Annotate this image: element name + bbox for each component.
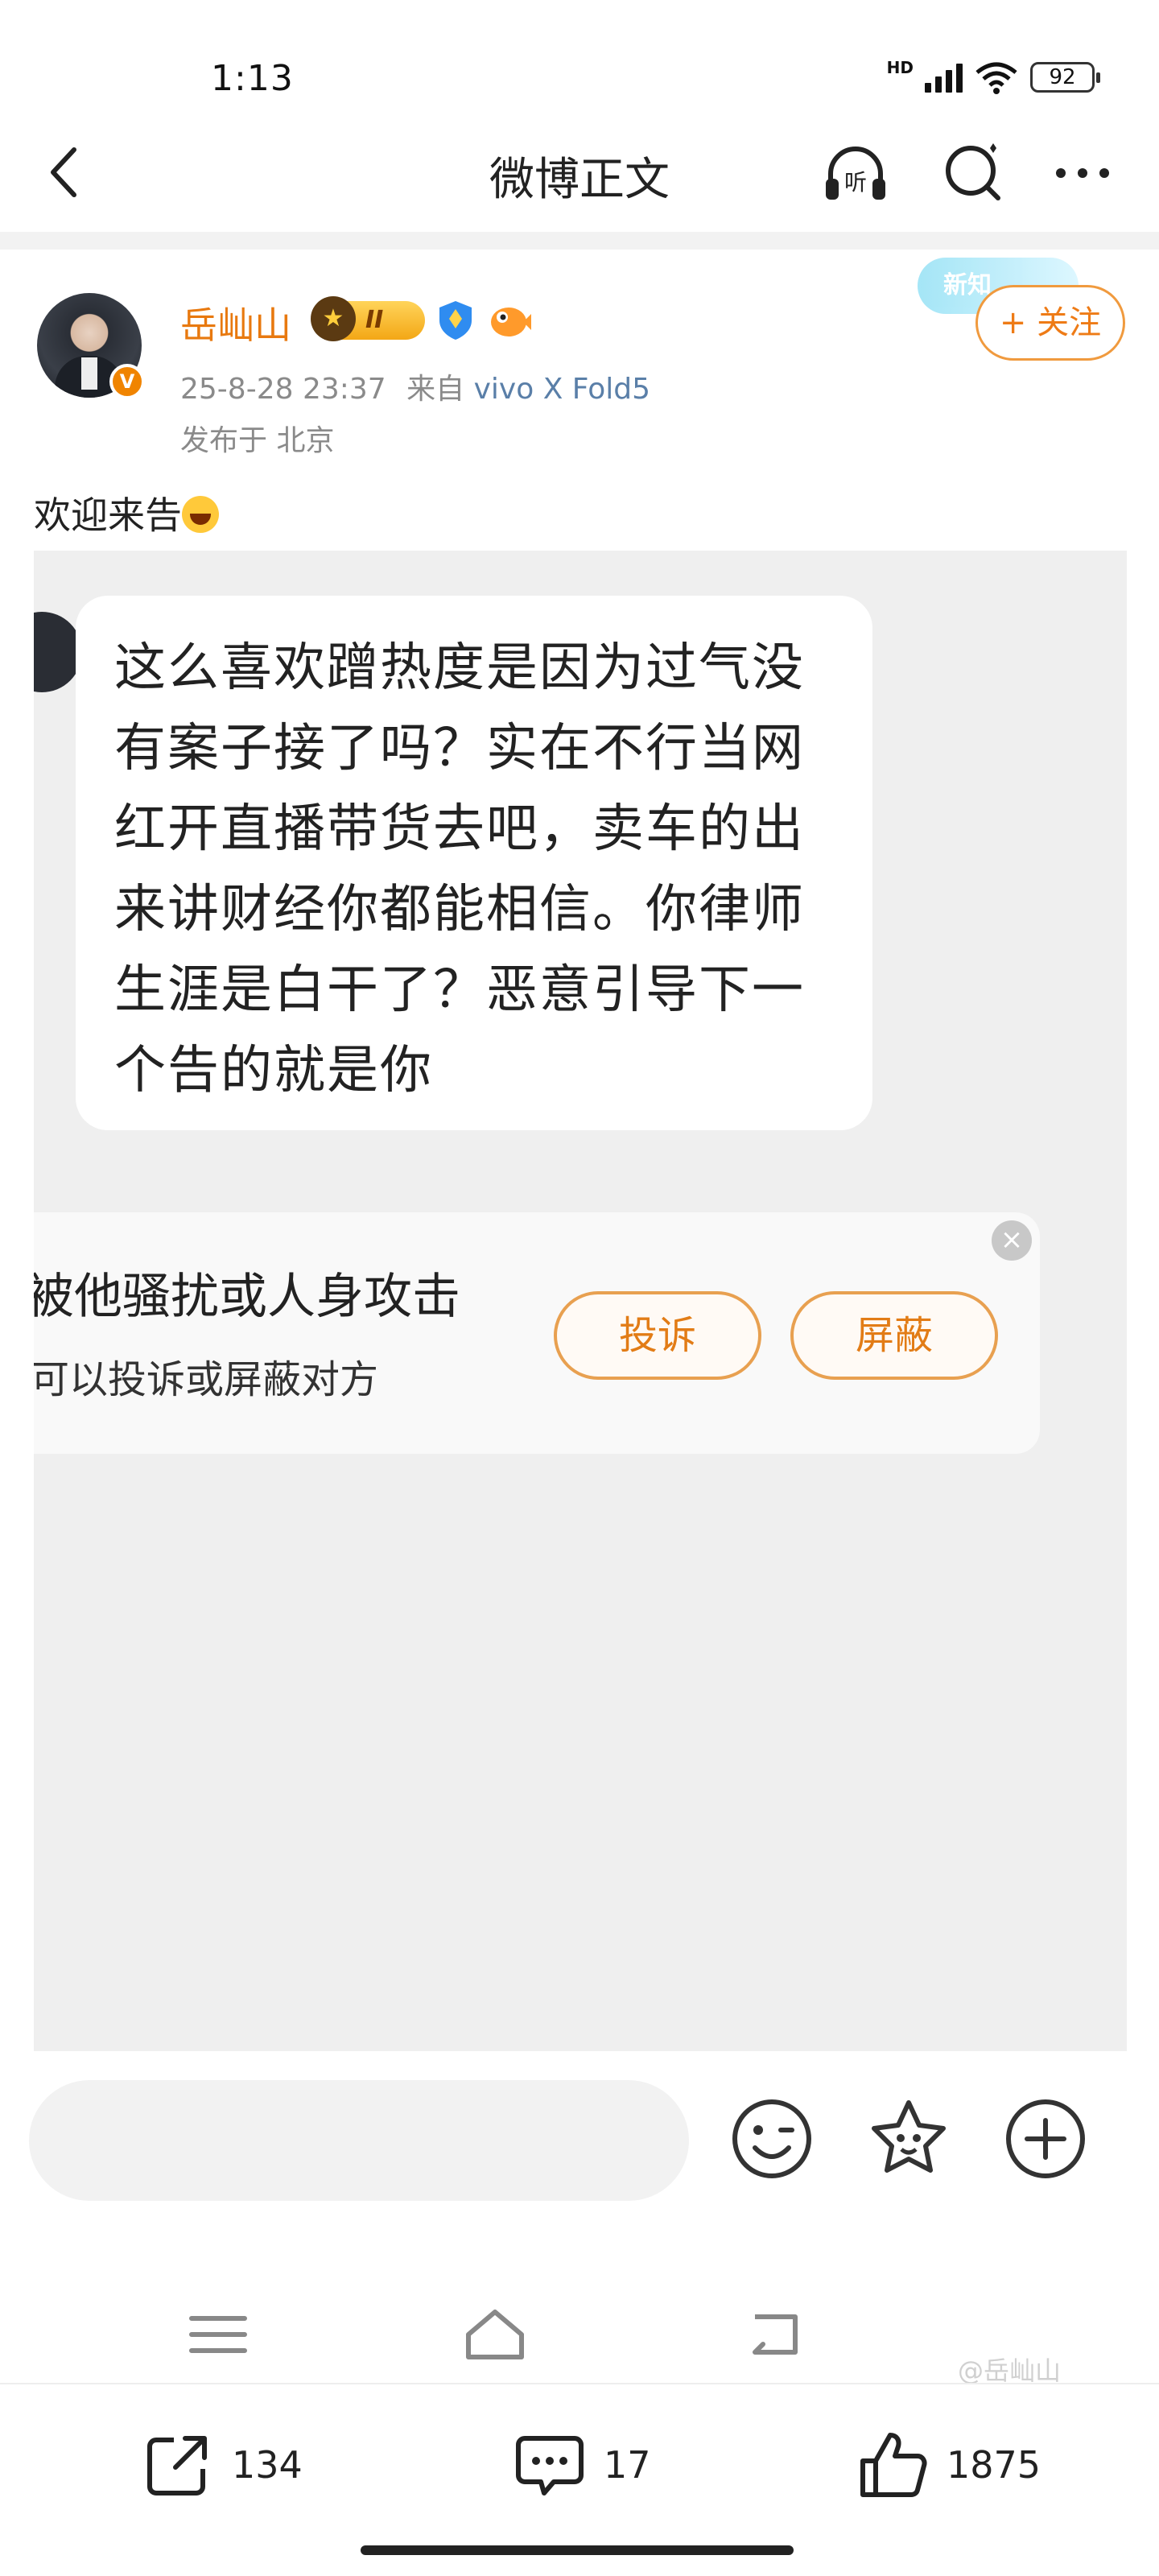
search-icon[interactable] (938, 137, 1011, 209)
repost-count: 134 (232, 2443, 303, 2487)
status-icons: HD 92 (886, 58, 1100, 95)
vip-crown-badge[interactable]: ★ II (311, 296, 425, 341)
emoji-icon[interactable] (728, 2095, 816, 2183)
fish-badge-icon[interactable] (486, 301, 531, 340)
home-icon (466, 2310, 524, 2359)
message-line: 这么喜欢蹭热度是因为过气没 (114, 638, 805, 698)
comment-input[interactable] (29, 2080, 689, 2201)
vip-level: II (365, 306, 384, 334)
network-hd-label: HD (886, 58, 914, 77)
post-location: 发布于 北京 (180, 424, 335, 457)
author-badges: ★ II (311, 296, 531, 341)
comment-icon (516, 2436, 584, 2496)
status-bar: 1:13 HD 92 (0, 0, 1159, 121)
sticker-icon[interactable] (864, 2095, 953, 2183)
tip-title: 被他骚扰或人身攻击 (34, 1269, 460, 1325)
message-line: 红开直播带货去吧，卖车的出 (114, 799, 805, 859)
close-icon: × (992, 1220, 1032, 1261)
message-line: 生涯是白干了？恶意引导下一 (114, 960, 805, 1020)
post-text: 欢迎来告 (34, 486, 219, 539)
signal-icon (925, 62, 963, 93)
harassment-tip-card: 被他骚扰或人身攻击 可以投诉或屏蔽对方 投诉 屏蔽 × (34, 1212, 1040, 1454)
repost-button[interactable]: 134 (142, 2425, 303, 2505)
message-line: 个告的就是你 (114, 1041, 433, 1100)
headphones-listen-icon[interactable]: 听 (819, 137, 892, 209)
repost-icon (147, 2436, 207, 2496)
post-device[interactable]: vivo X Fold5 (474, 373, 650, 406)
verified-badge: V (109, 364, 145, 399)
nav-bar: 微博正文 听 (0, 121, 1159, 225)
thumbs-up-icon (860, 2433, 927, 2497)
battery-icon: 92 (1030, 62, 1100, 93)
crown-icon: ★ (311, 296, 356, 341)
like-count: 1875 (947, 2443, 1041, 2487)
report-button: 投诉 (554, 1291, 761, 1380)
composer (0, 2051, 1159, 2212)
like-button[interactable]: 1875 (856, 2425, 1041, 2505)
follow-button[interactable]: + 关注 (975, 285, 1125, 361)
status-time: 1:13 (211, 58, 294, 99)
wifi-icon (975, 62, 1017, 94)
menu-icon (189, 2316, 247, 2353)
add-icon[interactable] (1001, 2095, 1090, 2183)
message-line: 有案子接了吗？实在不行当网 (114, 719, 805, 778)
post-timestamp: 25-8-28 23:37 (180, 373, 386, 406)
tip-subtitle: 可以投诉或屏蔽对方 (34, 1357, 379, 1402)
comment-count: 17 (604, 2443, 651, 2487)
source-prefix: 来自 (406, 373, 465, 406)
header-divider (0, 232, 1159, 250)
post-image[interactable]: 这么喜欢蹭热度是因为过气没 有案子接了吗？实在不行当网 红开直播带货去吧，卖车的… (34, 551, 1127, 2051)
home-indicator[interactable] (361, 2545, 794, 2555)
author-name[interactable]: 岳屾山 (180, 296, 291, 349)
block-button: 屏蔽 (790, 1291, 998, 1380)
chat-avatar (34, 612, 82, 692)
shield-badge-icon[interactable] (436, 299, 475, 341)
chat-message-text: 这么喜欢蹭热度是因为过气没 有案子接了吗？实在不行当网 红开直播带货去吧，卖车的… (114, 628, 835, 1111)
post-meta: 25-8-28 23:37 来自 vivo X Fold5 (180, 365, 650, 407)
comment-button[interactable]: 17 (514, 2425, 651, 2505)
laughing-emoji-icon (182, 496, 219, 533)
post-text-content: 欢迎来告 (34, 493, 182, 537)
back-nav-icon (753, 2314, 798, 2355)
more-icon[interactable] (1046, 137, 1119, 209)
svg-text:听: 听 (844, 169, 867, 196)
message-line: 来讲财经你都能相信。你律师 (114, 880, 805, 939)
chat-message-bubble: 这么喜欢蹭热度是因为过气没 有案子接了吗？实在不行当网 红开直播带货去吧，卖车的… (76, 596, 872, 1130)
